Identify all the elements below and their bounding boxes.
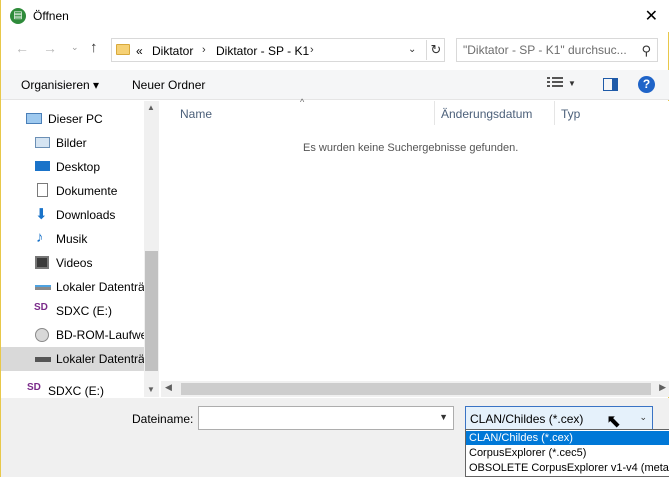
nav-item-music[interactable]: ♪ Musik	[1, 227, 144, 251]
nav-item-sdxc[interactable]: SD SDXC (E:)	[1, 299, 144, 323]
command-bar: Organisieren ▾ Neuer Ordner ▼ ?	[1, 70, 669, 100]
nav-item-pictures[interactable]: Bilder	[1, 131, 144, 155]
view-details-icon[interactable]	[547, 77, 563, 91]
breadcrumb-separator-icon[interactable]: ›	[202, 44, 206, 56]
computer-icon	[26, 113, 42, 124]
nav-item-label: Musik	[56, 232, 88, 246]
filetype-option[interactable]: CorpusExplorer (*.cec5)	[466, 446, 669, 460]
up-arrow-icon[interactable]: ↑	[90, 39, 98, 56]
nav-item-documents[interactable]: Dokumente	[1, 179, 144, 203]
chevron-down-icon[interactable]: ⌄	[639, 412, 647, 423]
videos-icon	[35, 256, 49, 269]
nav-item-videos[interactable]: Videos	[1, 251, 144, 275]
filetype-option[interactable]: CLAN/Childes (*.cex)	[466, 431, 669, 445]
nav-item-label: BD-ROM-Laufwe	[56, 328, 144, 342]
search-icon[interactable]: ⚲	[641, 43, 651, 59]
nav-item-label: Desktop	[56, 160, 101, 174]
music-icon: ♪	[36, 229, 44, 246]
scroll-left-arrow-icon[interactable]: ◀	[165, 382, 172, 393]
chevron-down-icon[interactable]: ▼	[439, 412, 448, 422]
nav-item-label: Bilder	[56, 136, 87, 150]
filetype-selected-value: CLAN/Childes (*.cex)	[470, 412, 584, 426]
search-input[interactable]	[463, 42, 628, 58]
desktop-icon	[35, 161, 50, 171]
close-button[interactable]: ✕	[645, 6, 658, 26]
view-options-chevron-icon[interactable]: ▼	[568, 79, 576, 88]
folder-icon	[116, 44, 130, 55]
filetype-dropdown-list: CLAN/Childes (*.cex) CorpusExplorer (*.c…	[465, 429, 669, 477]
nav-item-label: Dokumente	[56, 184, 118, 198]
address-row: ← → ⌄ ↑ « Diktator › Diktator - SP - K1 …	[1, 36, 669, 64]
back-arrow-icon[interactable]: ←	[15, 40, 29, 56]
filename-label: Dateiname:	[132, 412, 194, 426]
new-folder-button[interactable]: Neuer Ordner	[132, 78, 205, 92]
refresh-icon[interactable]: ↻	[426, 40, 445, 60]
nav-item-label: Lokaler Datenträ	[56, 352, 144, 366]
mouse-pointer-icon: ⬉	[606, 411, 622, 431]
column-header-type[interactable]: Typ	[561, 107, 580, 121]
scrollbar-thumb[interactable]	[181, 383, 651, 395]
title-bar: ▤ Öffnen ✕	[1, 0, 669, 32]
horizontal-scrollbar[interactable]: ◀ ▶	[161, 381, 669, 397]
filetype-option[interactable]: OBSOLETE CorpusExplorer v1-v4 (meta)	[466, 461, 669, 475]
nav-item-downloads[interactable]: ⬇ Downloads	[1, 203, 144, 227]
breadcrumb-separator-icon[interactable]: ›	[310, 44, 314, 56]
scroll-down-arrow-icon[interactable]: ▼	[147, 385, 155, 394]
navigation-scrollbar[interactable]: ▲ ▼	[144, 101, 159, 397]
filename-input[interactable]	[202, 410, 432, 426]
window-title: Öffnen	[33, 9, 69, 23]
nav-item-label: Videos	[56, 256, 93, 270]
help-icon[interactable]: ?	[638, 76, 655, 93]
recent-locations-chevron-icon[interactable]: ⌄	[71, 42, 79, 53]
column-divider[interactable]	[434, 101, 435, 125]
nav-item-desktop[interactable]: Desktop	[1, 155, 144, 179]
nav-item-local-drive-selected[interactable]: Lokaler Datenträ	[1, 347, 144, 371]
downloads-icon: ⬇	[35, 206, 48, 223]
nav-item-local-drive[interactable]: Lokaler Datenträ	[1, 275, 144, 299]
filename-combobox[interactable]: ▼	[198, 406, 454, 430]
nav-item-label: Dieser PC	[48, 112, 103, 126]
nav-item-label: Lokaler Datenträ	[56, 280, 144, 294]
search-box[interactable]: ⚲	[456, 38, 658, 62]
breadcrumb-item[interactable]: Diktator	[152, 44, 193, 58]
forward-arrow-icon[interactable]: →	[43, 40, 57, 56]
drive-icon	[35, 357, 51, 362]
drive-icon	[35, 285, 51, 290]
pictures-icon	[35, 137, 50, 148]
sort-caret-icon: ^	[300, 97, 305, 107]
nav-item-label: SDXC (E:)	[56, 304, 113, 318]
scroll-up-arrow-icon[interactable]: ▲	[147, 103, 155, 112]
documents-icon	[37, 183, 48, 197]
breadcrumb-item[interactable]: Diktator - SP - K1	[216, 44, 309, 58]
navigation-pane: Dieser PC Bilder Desktop Dokumente ⬇ Dow…	[1, 101, 159, 398]
sd-card-icon: SD	[34, 302, 48, 313]
nav-item-label: SDXC (E:)	[48, 384, 105, 398]
scroll-right-arrow-icon[interactable]: ▶	[659, 382, 666, 393]
breadcrumb-overflow[interactable]: «	[136, 44, 143, 58]
nav-item-this-pc[interactable]: Dieser PC	[1, 107, 144, 131]
address-history-chevron-icon[interactable]: ⌄	[408, 44, 416, 55]
column-header-date[interactable]: Änderungsdatum	[441, 107, 532, 121]
address-bar[interactable]: « Diktator › Diktator - SP - K1 › ⌄ ↻	[111, 38, 445, 62]
preview-pane-icon[interactable]	[603, 78, 618, 91]
open-file-dialog: ▤ Öffnen ✕ ← → ⌄ ↑ « Diktator › Diktator…	[0, 0, 669, 477]
scrollbar-thumb[interactable]	[145, 251, 158, 371]
empty-results-message: Es wurden keine Suchergebnisse gefunden.	[303, 142, 519, 154]
disc-icon	[35, 328, 49, 342]
column-divider[interactable]	[554, 101, 555, 125]
file-list: ^ Name Änderungsdatum Typ Es wurden kein…	[161, 97, 669, 397]
organize-button[interactable]: Organisieren ▾	[21, 78, 99, 92]
column-header-name[interactable]: Name	[180, 107, 212, 121]
nav-item-bd-rom[interactable]: BD-ROM-Laufwe	[1, 323, 144, 347]
nav-item-label: Downloads	[56, 208, 116, 222]
app-icon: ▤	[10, 8, 26, 24]
filetype-select[interactable]: CLAN/Childes (*.cex) ⌄	[465, 406, 653, 430]
